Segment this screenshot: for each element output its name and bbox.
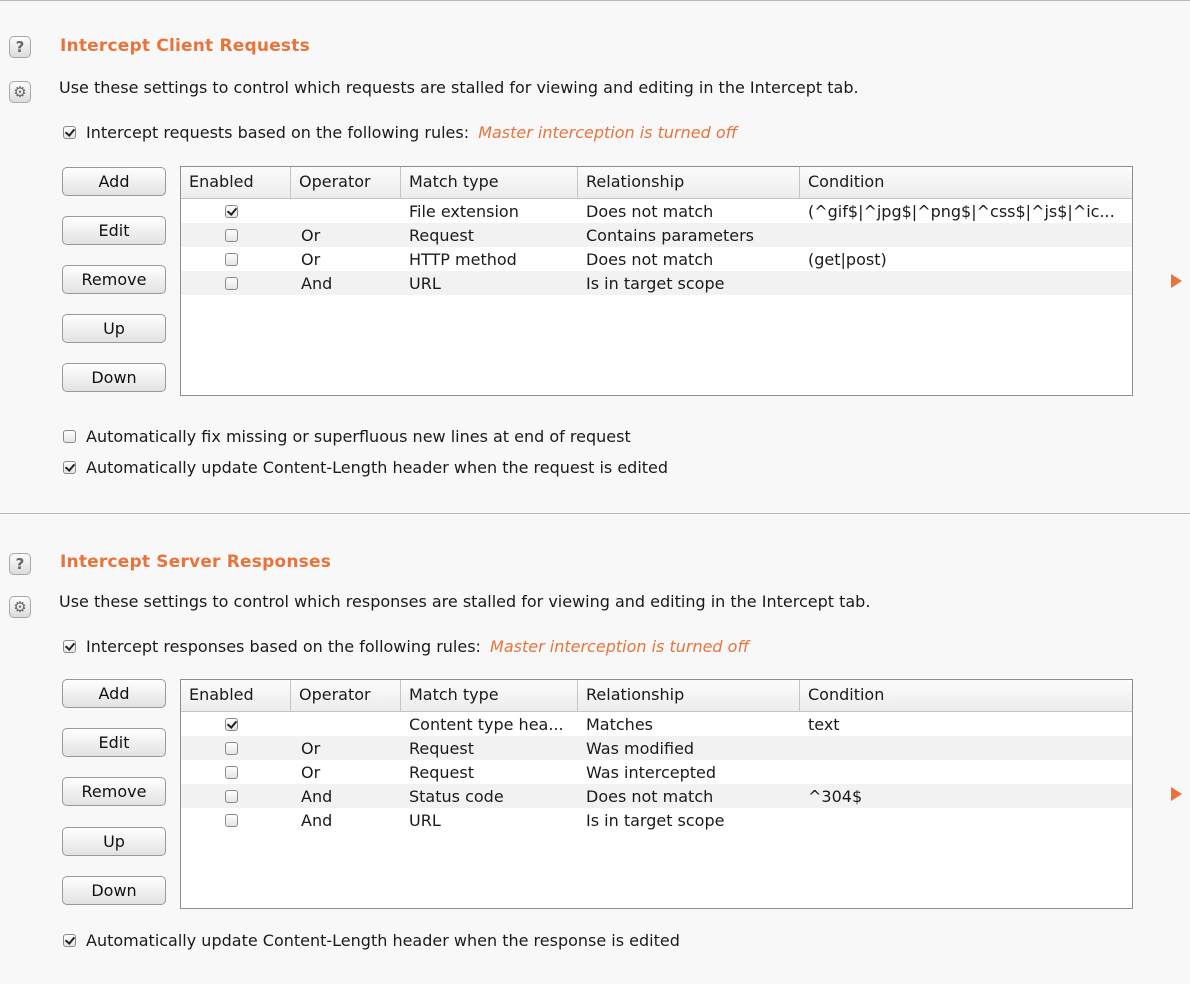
column-header-match-type[interactable]: Match type: [401, 680, 578, 711]
relationship-cell: Was modified: [586, 738, 695, 758]
relationship-cell: Does not match: [586, 786, 714, 806]
add-button[interactable]: Add: [62, 679, 166, 708]
intercept-responses-checkbox[interactable]: [63, 640, 76, 653]
table-row[interactable]: And Status code Does not match ^304$: [181, 784, 1132, 808]
enabled-cell: [181, 813, 291, 827]
response-rules-table: Enabled Operator Match type Relationship Con…: [180, 679, 1133, 909]
match-type-cell: Content type hea...: [409, 714, 564, 734]
operator-cell: Or: [301, 738, 321, 758]
table-row[interactable]: And URL Is in target scope: [181, 808, 1132, 832]
rule-enabled-checkbox[interactable]: [224, 741, 238, 755]
help-icon[interactable]: ?: [9, 553, 31, 575]
rule-enabled-checkbox[interactable]: [224, 765, 238, 779]
up-button[interactable]: Up: [62, 827, 166, 856]
section-description: Use these settings to control which resp…: [59, 592, 871, 611]
expand-arrow-icon[interactable]: [1171, 787, 1182, 801]
table-row[interactable]: Or Request Was intercepted: [181, 760, 1132, 784]
table-header: Enabled Operator Match type Relationship Con…: [181, 680, 1132, 712]
operator-cell: And: [301, 810, 333, 830]
section-title: Intercept Server Responses: [60, 552, 332, 572]
condition-cell: text: [808, 714, 840, 734]
enabled-cell: [181, 717, 291, 731]
relationship-cell: Matches: [586, 714, 653, 734]
intercept-responses-label: Intercept responses based on the followi…: [86, 637, 481, 656]
operator-cell: And: [301, 786, 333, 806]
update-content-length-response-label: Automatically update Content-Length head…: [86, 931, 680, 950]
relationship-cell: Is in target scope: [586, 810, 725, 830]
match-type-cell: Request: [409, 762, 474, 782]
column-header-operator[interactable]: Operator: [291, 680, 401, 711]
enabled-cell: [181, 789, 291, 803]
rule-enabled-checkbox[interactable]: [224, 813, 238, 827]
enabled-cell: [181, 741, 291, 755]
gear-icon[interactable]: ⚙: [9, 596, 31, 618]
update-content-length-response-checkbox[interactable]: [63, 934, 76, 947]
column-header-condition[interactable]: Condition: [800, 680, 1132, 711]
rule-enabled-checkbox[interactable]: [224, 717, 238, 731]
column-header-relationship[interactable]: Relationship: [578, 680, 800, 711]
condition-cell: ^304$: [808, 786, 863, 806]
rule-enabled-checkbox[interactable]: [224, 789, 238, 803]
relationship-cell: Was intercepted: [586, 762, 717, 782]
master-interception-status: Master interception is turned off: [490, 637, 750, 656]
down-button[interactable]: Down: [62, 876, 166, 905]
column-header-enabled[interactable]: Enabled: [181, 680, 291, 711]
operator-cell: Or: [301, 762, 321, 782]
enabled-cell: [181, 765, 291, 779]
match-type-cell: Request: [409, 738, 474, 758]
intercept-server-responses-section: ? ⚙ Intercept Server Responses Use these…: [0, 0, 1190, 984]
master-rule-row: Intercept responses based on the followi…: [63, 637, 749, 656]
option-row: Automatically update Content-Length head…: [63, 931, 680, 950]
match-type-cell: Status code: [409, 786, 504, 806]
edit-button[interactable]: Edit: [62, 728, 166, 757]
table-row[interactable]: Or Request Was modified: [181, 736, 1132, 760]
table-row[interactable]: Content type hea... Matches text: [181, 712, 1132, 736]
remove-button[interactable]: Remove: [62, 777, 166, 806]
match-type-cell: URL: [409, 810, 441, 830]
